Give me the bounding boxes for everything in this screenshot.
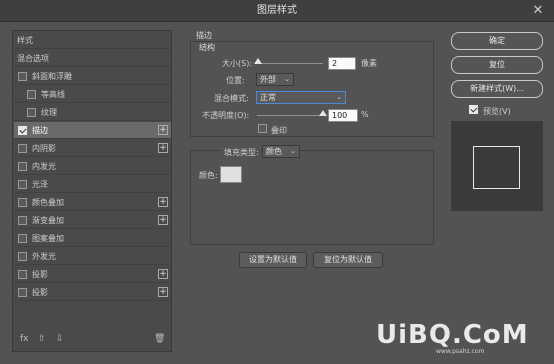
sidebar-item-label: 外发光 <box>32 252 56 261</box>
overprint-checkbox[interactable] <box>258 124 267 133</box>
color-label: 颜色: <box>199 171 218 180</box>
sidebar-item-label: 投影 <box>32 270 48 279</box>
close-icon[interactable]: ✕ <box>530 3 546 19</box>
title-bar: 图层样式 ✕ <box>0 0 554 22</box>
sidebar-item-label: 样式 <box>17 36 33 45</box>
sidebar-item-checkbox[interactable] <box>18 162 27 171</box>
new-style-button[interactable]: 新建样式(W)... <box>451 80 543 98</box>
sidebar-item-checkbox[interactable] <box>18 126 27 135</box>
fill-type-value: 颜色 <box>266 147 282 156</box>
sidebar-item[interactable]: 投影 + <box>14 266 171 283</box>
watermark-url: www.psahz.com <box>436 348 485 355</box>
sidebar-item[interactable]: 纹理 <box>14 104 171 121</box>
add-icon[interactable]: + <box>158 143 168 153</box>
opacity-input[interactable]: 100 <box>328 109 358 122</box>
sidebar-item-label: 纹理 <box>41 108 57 117</box>
preview-checkbox[interactable] <box>469 105 478 114</box>
opacity-unit: % <box>361 110 369 119</box>
section-title: 描边 <box>196 31 212 40</box>
sidebar-item-label: 投影 <box>32 288 48 297</box>
structure-title: 结构 <box>199 43 215 52</box>
sidebar-item-checkbox[interactable] <box>18 234 27 243</box>
sidebar-item[interactable]: 光泽 <box>14 176 171 193</box>
fx-icon[interactable]: fx <box>20 334 29 344</box>
sidebar-item-checkbox[interactable] <box>18 252 27 261</box>
sidebar-item-label: 混合选项 <box>17 54 49 63</box>
sidebar-item-checkbox[interactable] <box>18 216 27 225</box>
sidebar-item[interactable]: 投影 + <box>14 284 171 301</box>
sidebar-item-label: 光泽 <box>32 180 48 189</box>
blend-mode-label: 混合模式: <box>214 94 249 103</box>
add-icon[interactable]: + <box>158 287 168 297</box>
size-input[interactable]: 2 <box>328 57 356 70</box>
sidebar-item-label: 渐变叠加 <box>32 216 64 225</box>
window-title: 图层样式 <box>257 5 297 16</box>
sidebar-item-label: 颜色叠加 <box>32 198 64 207</box>
structure-group <box>190 41 434 137</box>
sidebar-item[interactable]: 外发光 <box>14 248 171 265</box>
size-slider[interactable] <box>257 63 323 64</box>
size-label: 大小(S): <box>222 59 253 68</box>
reset-default-button[interactable]: 复位为默认值 <box>313 252 383 268</box>
position-label: 位置: <box>226 76 245 85</box>
ok-button[interactable]: 确定 <box>451 32 543 50</box>
add-icon[interactable]: + <box>158 269 168 279</box>
opacity-slider-thumb[interactable] <box>319 110 327 116</box>
sidebar-item[interactable]: 描边 + <box>14 122 171 139</box>
sidebar-item-checkbox[interactable] <box>18 198 27 207</box>
sidebar-item-label: 斜面和浮雕 <box>32 72 72 81</box>
sidebar-item-checkbox[interactable] <box>18 144 27 153</box>
fill-type-group <box>190 150 434 245</box>
preview-square <box>473 146 520 189</box>
opacity-label: 不透明度(O): <box>202 111 250 120</box>
position-select[interactable]: 外部 ⌄ <box>256 73 294 86</box>
add-icon[interactable]: + <box>158 197 168 207</box>
sidebar-item[interactable]: 渐变叠加 + <box>14 212 171 229</box>
reset-button[interactable]: 复位 <box>451 56 543 74</box>
sidebar-item[interactable]: 样式 <box>14 32 171 49</box>
sidebar-item-label: 描边 <box>32 126 48 135</box>
sidebar-item-checkbox[interactable] <box>27 90 36 99</box>
sidebar-item-label: 内发光 <box>32 162 56 171</box>
sidebar-item-label: 等高线 <box>41 90 65 99</box>
sidebar-toolbar: fx ⇧ ⇩ 🗑 <box>14 330 171 350</box>
add-icon[interactable]: + <box>158 125 168 135</box>
add-icon[interactable]: + <box>158 215 168 225</box>
style-preview <box>451 121 543 211</box>
chevron-down-icon: ⌄ <box>284 75 290 83</box>
sidebar-item-label: 图案叠加 <box>32 234 64 243</box>
sidebar-item[interactable]: 等高线 <box>14 86 171 103</box>
fill-type-select[interactable]: 颜色 ⌄ <box>262 145 300 158</box>
sidebar-item[interactable]: 内发光 <box>14 158 171 175</box>
sidebar-item[interactable]: 图案叠加 <box>14 230 171 247</box>
style-list: 样式混合选项斜面和浮雕等高线纹理描边 + 内阴影 + 内发光光泽颜色叠加 + 渐变叠加 + 图案… <box>12 30 172 352</box>
sidebar-item-checkbox[interactable] <box>18 288 27 297</box>
preview-label: 预览(V) <box>483 107 511 116</box>
sidebar-item[interactable]: 混合选项 <box>14 50 171 67</box>
chevron-down-icon: ⌄ <box>290 147 296 155</box>
size-unit: 像素 <box>361 59 377 68</box>
sidebar-item[interactable]: 斜面和浮雕 <box>14 68 171 85</box>
sidebar-item-checkbox[interactable] <box>18 270 27 279</box>
opacity-slider[interactable] <box>257 115 323 116</box>
watermark-logo: UiBQ.CoM <box>376 320 529 350</box>
sidebar-item-label: 内阴影 <box>32 144 56 153</box>
blend-mode-select[interactable]: 正常 ⌄ <box>256 91 346 104</box>
sidebar-item-checkbox[interactable] <box>27 108 36 117</box>
sidebar-item-checkbox[interactable] <box>18 180 27 189</box>
move-down-icon[interactable]: ⇩ <box>56 334 64 344</box>
blend-mode-value: 正常 <box>260 93 276 102</box>
sidebar-item[interactable]: 内阴影 + <box>14 140 171 157</box>
set-default-button[interactable]: 设置为默认值 <box>239 252 307 268</box>
sidebar-item[interactable]: 颜色叠加 + <box>14 194 171 211</box>
chevron-down-icon: ⌄ <box>336 93 342 101</box>
overprint-label: 叠印 <box>271 126 287 135</box>
sidebar-item-checkbox[interactable] <box>18 72 27 81</box>
move-up-icon[interactable]: ⇧ <box>38 334 46 344</box>
size-slider-thumb[interactable] <box>254 58 263 64</box>
trash-icon[interactable]: 🗑 <box>154 334 165 344</box>
fill-type-label: 填充类型: <box>222 147 261 158</box>
color-swatch[interactable] <box>220 166 242 183</box>
position-value: 外部 <box>260 75 276 84</box>
